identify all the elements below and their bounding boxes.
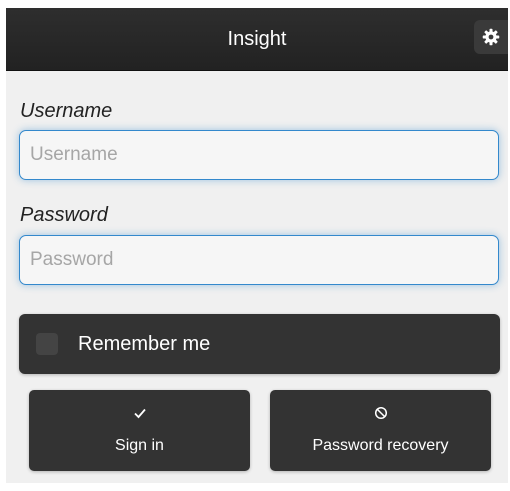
remember-me-checkbox[interactable] [36,333,58,355]
password-input[interactable] [19,235,499,285]
username-label: Username [20,100,113,122]
check-icon [133,408,146,419]
password-recovery-button[interactable]: Password recovery [270,390,491,471]
password-label: Password [20,204,108,226]
remember-me-toggle[interactable]: Remember me [19,314,500,374]
login-screen: Insight Username Password [6,8,508,483]
password-recovery-label: Password recovery [312,437,449,454]
header-bar: Insight [6,8,508,71]
gear-icon [482,28,500,46]
settings-button[interactable] [474,20,508,54]
sign-in-button[interactable]: Sign in [29,390,250,471]
username-input[interactable] [19,130,499,180]
sign-in-label: Sign in [115,437,164,454]
remember-me-label: Remember me [78,333,211,355]
page-title: Insight [227,28,287,50]
forbidden-icon [374,406,387,420]
